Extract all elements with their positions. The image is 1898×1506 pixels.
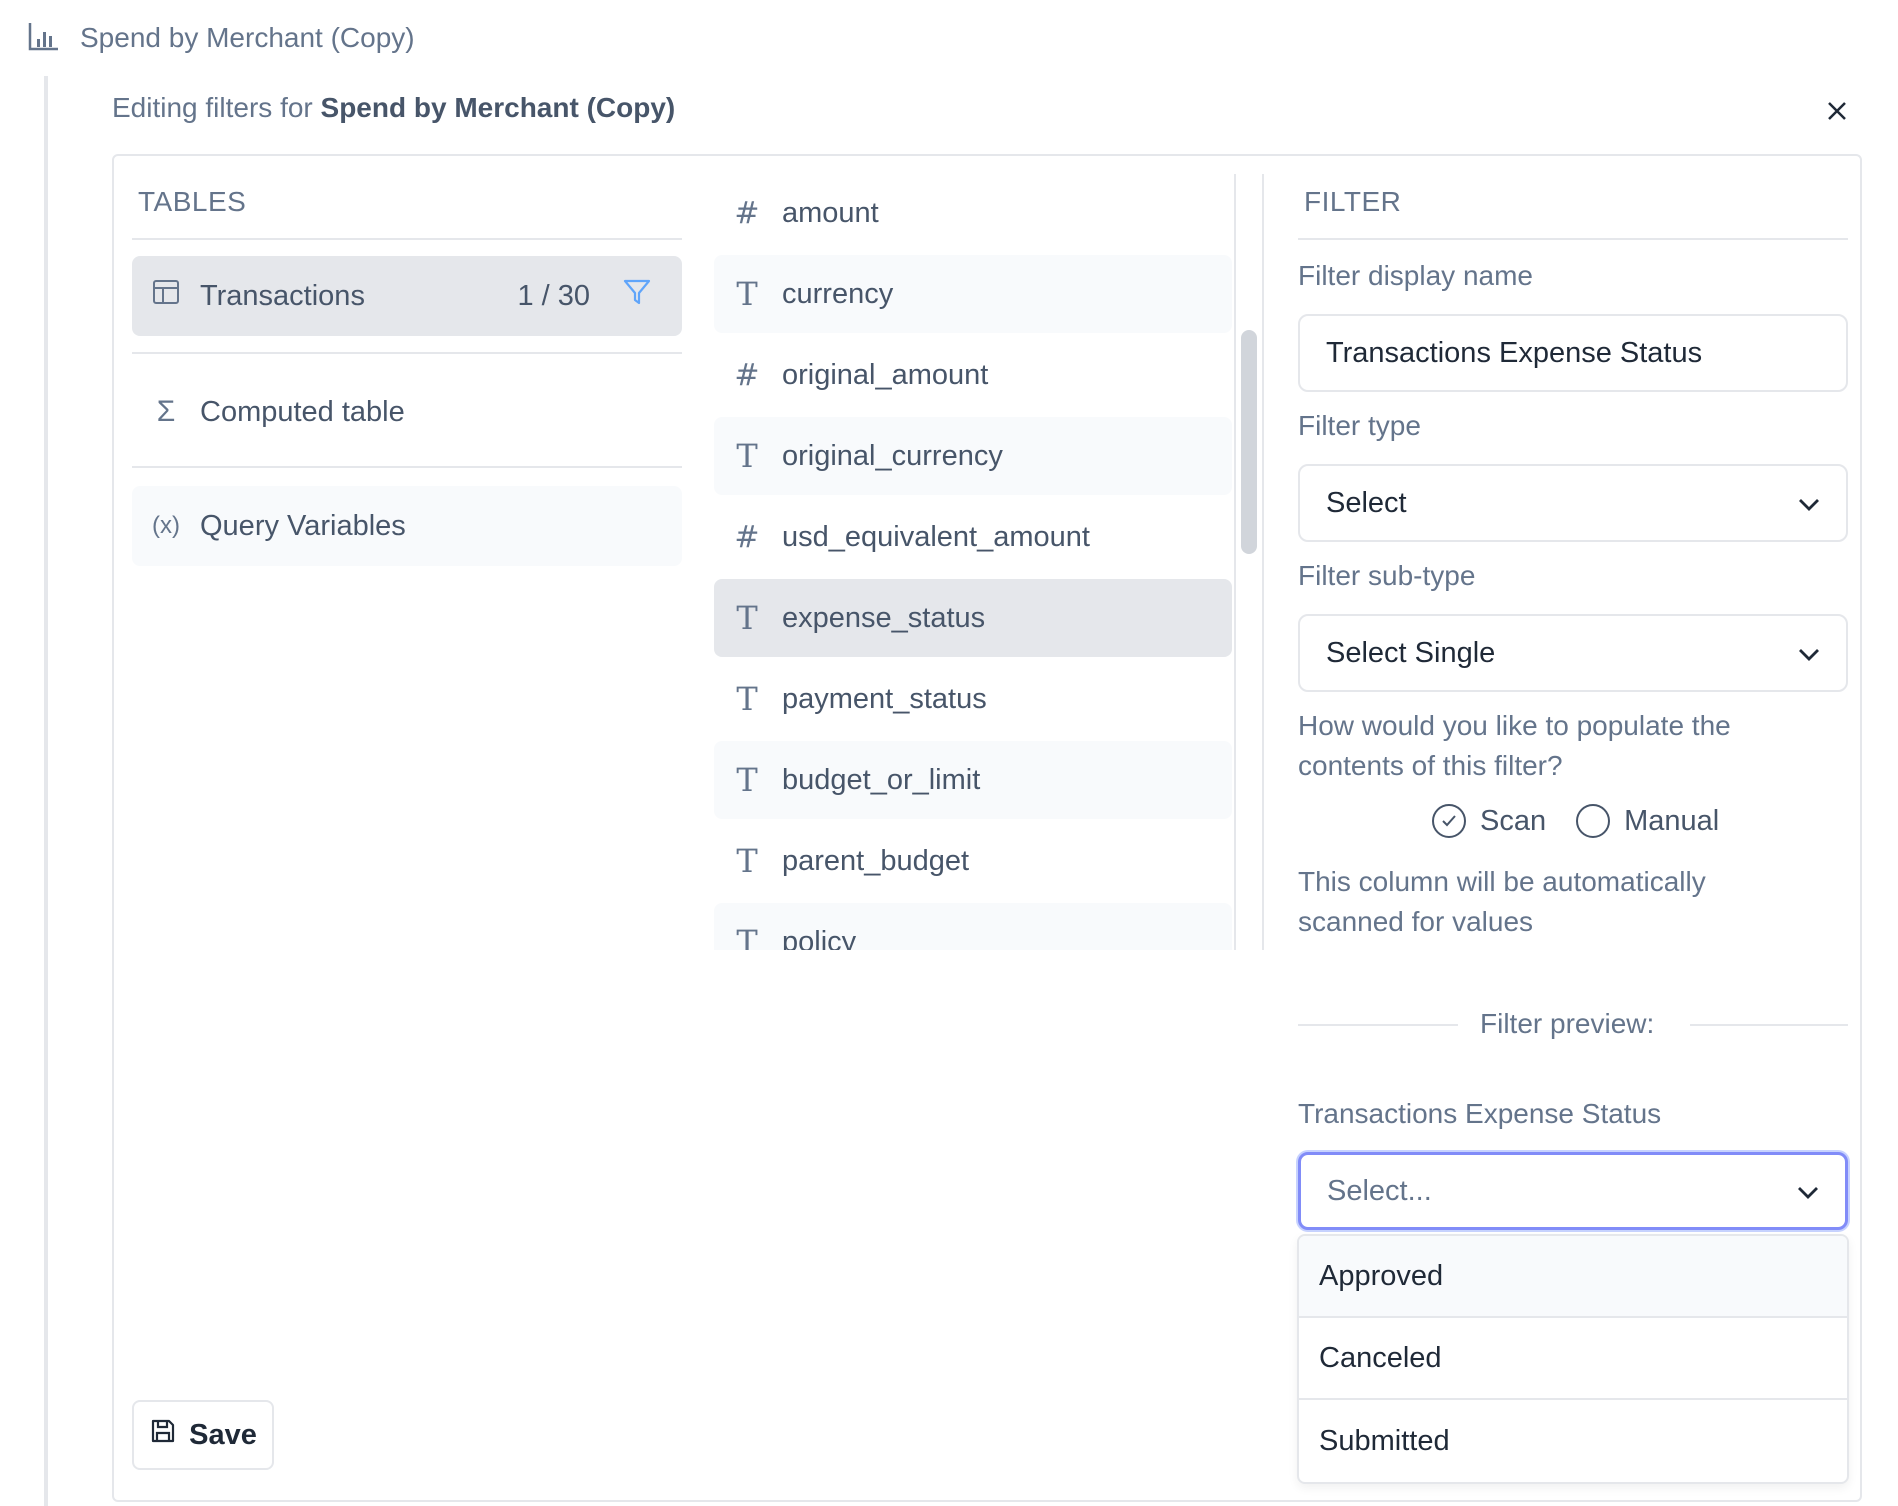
text-type-icon: T	[736, 923, 758, 950]
check-icon	[1442, 815, 1456, 827]
table-item-label: Computed table	[200, 395, 405, 428]
table-item-count: 1 / 30	[517, 279, 590, 312]
editing-title: Editing filters for Spend by Merchant (C…	[112, 92, 675, 124]
filter-divider	[1298, 238, 1848, 240]
filter-icon[interactable]	[622, 277, 652, 315]
column-row-expense-status[interactable]: T expense_status	[714, 579, 1232, 657]
column-row-currency[interactable]: T currency	[714, 255, 1232, 333]
column-row-amount[interactable]: # amount	[714, 174, 1232, 252]
column-name: policy	[782, 925, 857, 951]
column-name: amount	[782, 196, 879, 229]
filter-type-value: Select	[1326, 486, 1407, 519]
tables-divider	[132, 238, 682, 240]
preview-divider	[1690, 1024, 1848, 1026]
number-type-icon: #	[734, 519, 760, 555]
column-row-usd-equivalent-amount[interactable]: # usd_equivalent_amount	[714, 498, 1232, 576]
save-label: Save	[189, 1418, 257, 1451]
text-type-icon: T	[736, 680, 758, 718]
editing-prefix: Editing filters for	[112, 92, 313, 123]
scan-note: This column will be automatically scanne…	[1298, 866, 1706, 937]
number-type-icon: #	[734, 357, 760, 393]
column-name: usd_equivalent_amount	[782, 520, 1090, 553]
column-row-original-amount[interactable]: # original_amount	[714, 336, 1232, 414]
sigma-icon: Σ	[156, 395, 176, 428]
column-list-scrollbar[interactable]	[1234, 174, 1264, 950]
text-type-icon: T	[736, 842, 758, 880]
manual-label: Manual	[1624, 804, 1720, 837]
column-row-budget-or-limit[interactable]: T budget_or_limit	[714, 741, 1232, 819]
preview-field-label: Transactions Expense Status	[1298, 1098, 1662, 1129]
display-name-label: Filter display name	[1298, 260, 1533, 291]
tables-heading: TABLES	[138, 186, 247, 217]
filter-heading: FILTER	[1304, 186, 1402, 217]
close-icon	[1828, 102, 1846, 120]
text-type-icon: T	[736, 437, 758, 475]
column-name: original_currency	[782, 439, 1003, 472]
table-item-computed[interactable]: Σ Computed table	[132, 372, 682, 452]
text-type-icon: T	[736, 275, 758, 313]
table-item-label: Query Variables	[200, 509, 406, 542]
save-icon	[149, 1417, 177, 1453]
preview-heading: Filter preview:	[1480, 1008, 1655, 1039]
column-name: original_amount	[782, 358, 989, 391]
scan-radio[interactable]	[1432, 804, 1466, 838]
filter-subtype-select[interactable]: Select Single	[1298, 614, 1848, 692]
populate-options: Scan Manual	[1432, 804, 1719, 838]
table-item-label: Transactions	[200, 279, 365, 312]
tables-divider	[132, 466, 682, 468]
column-row-payment-status[interactable]: T payment_status	[714, 660, 1232, 738]
table-item-query-variables[interactable]: (x) Query Variables	[132, 486, 682, 566]
editing-chart-name: Spend by Merchant (Copy)	[320, 92, 676, 123]
column-name: payment_status	[782, 682, 987, 715]
scrollbar-thumb[interactable]	[1241, 330, 1257, 554]
option-submitted[interactable]: Submitted	[1299, 1400, 1847, 1482]
column-row-original-currency[interactable]: T original_currency	[714, 417, 1232, 495]
column-row-policy[interactable]: T policy	[714, 903, 1232, 950]
preview-select[interactable]: Select...	[1298, 1152, 1848, 1230]
text-type-icon: T	[736, 599, 758, 637]
table-item-transactions[interactable]: Transactions 1 / 30	[132, 256, 682, 336]
preview-placeholder: Select...	[1327, 1174, 1432, 1207]
column-name: budget_or_limit	[782, 763, 981, 796]
column-list[interactable]: # amount T currency # original_amount T …	[714, 174, 1232, 950]
column-name: expense_status	[782, 601, 986, 634]
preview-dropdown-menu: Approved Canceled Submitted	[1297, 1234, 1849, 1484]
section-divider	[44, 76, 48, 1506]
filter-subtype-value: Select Single	[1326, 636, 1496, 669]
filter-type-select[interactable]: Select	[1298, 464, 1848, 542]
number-type-icon: #	[734, 195, 760, 231]
display-name-input[interactable]: Transactions Expense Status	[1298, 314, 1848, 392]
column-row-parent-budget[interactable]: T parent_budget	[714, 822, 1232, 900]
chart-title[interactable]: Spend by Merchant (Copy)	[80, 22, 415, 54]
filter-subtype-label: Filter sub-type	[1298, 560, 1476, 591]
option-approved[interactable]: Approved	[1299, 1236, 1847, 1318]
column-name: currency	[782, 277, 894, 310]
scan-label: Scan	[1480, 804, 1547, 837]
chevron-down-icon	[1797, 1175, 1819, 1208]
variable-icon: (x)	[152, 512, 180, 539]
option-canceled[interactable]: Canceled	[1299, 1318, 1847, 1400]
table-icon	[152, 278, 180, 314]
chart-header: Spend by Merchant (Copy)	[28, 18, 415, 58]
save-button[interactable]: Save	[132, 1400, 274, 1470]
filter-type-label: Filter type	[1298, 410, 1421, 441]
preview-divider	[1298, 1024, 1458, 1026]
close-button[interactable]	[1822, 96, 1852, 126]
column-name: parent_budget	[782, 844, 970, 877]
chevron-down-icon	[1798, 637, 1820, 670]
populate-question: How would you like to populate the conte…	[1298, 710, 1731, 781]
text-type-icon: T	[736, 761, 758, 799]
bar-chart-icon	[28, 21, 60, 56]
tables-divider	[132, 352, 682, 354]
manual-radio[interactable]	[1576, 804, 1611, 838]
chevron-down-icon	[1798, 487, 1820, 520]
display-name-value: Transactions Expense Status	[1326, 336, 1703, 369]
